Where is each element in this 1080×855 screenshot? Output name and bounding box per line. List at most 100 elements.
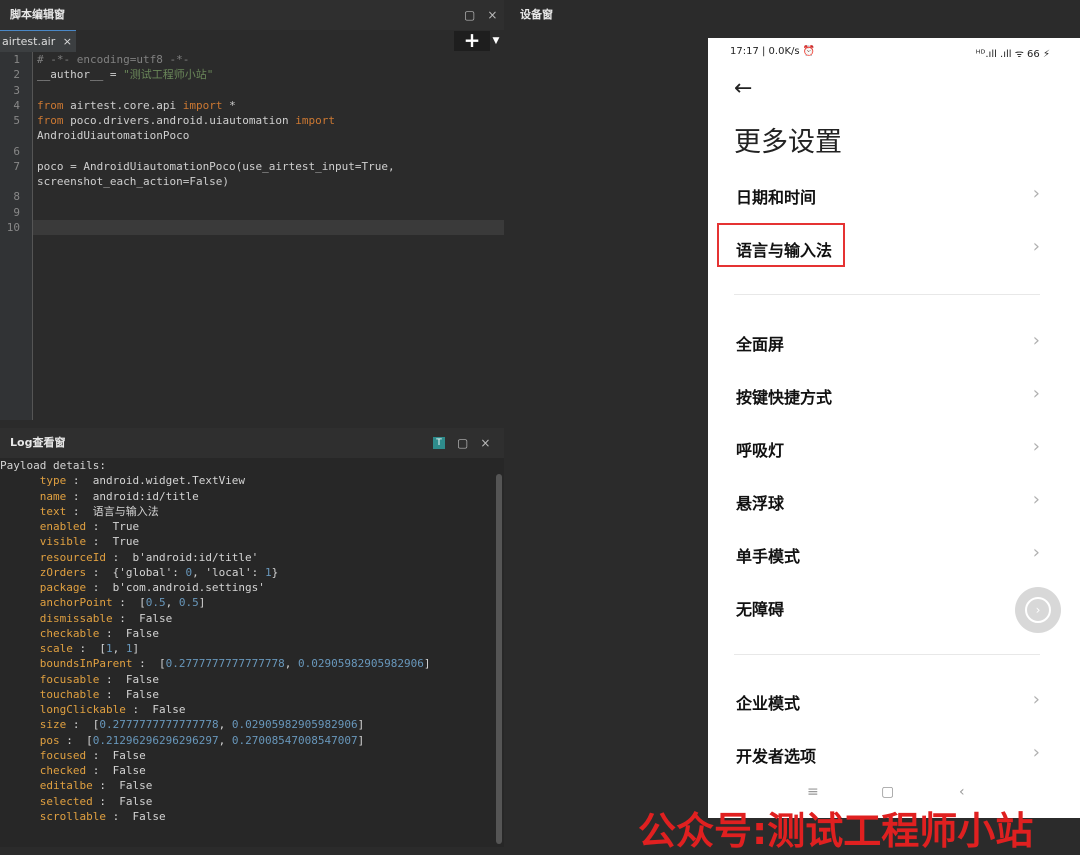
log-entry-separator: : xyxy=(66,489,93,503)
log-entry-key: dismissable xyxy=(0,611,113,625)
log-entry-key: checked xyxy=(0,764,87,777)
log-entry: scale : [1, 1] xyxy=(0,641,504,656)
back-icon[interactable]: ‹ xyxy=(959,784,965,800)
log-entry: pos : [0.21296296296296297, 0.2700854700… xyxy=(0,733,504,748)
log-entry: boundsInParent : [0.2777777777777778, 0.… xyxy=(0,656,504,671)
settings-item-developer-options[interactable]: 开发者选项 › xyxy=(708,728,1080,781)
log-entry: resourceId : b'android:id/title' xyxy=(0,550,504,565)
chevron-down-icon[interactable]: ▼ xyxy=(490,31,502,51)
settings-item-full-screen[interactable]: 全面屏 › xyxy=(708,316,1080,369)
code-line: __author__ = "测试工程师小站" xyxy=(37,68,214,82)
home-icon[interactable]: ▢ xyxy=(881,784,894,800)
settings-item-breathing-light[interactable]: 呼吸灯 › xyxy=(708,422,1080,475)
chevron-right-icon: › xyxy=(1032,489,1040,510)
chevron-right-icon: › xyxy=(1032,436,1040,457)
log-entry-value: b'com.android.settings' xyxy=(112,581,265,594)
close-icon[interactable]: × xyxy=(480,436,490,450)
line-number-gutter: 1 2 3 4 5 6 7 8 9 10 xyxy=(0,52,33,420)
log-entry-key: checkable xyxy=(0,626,100,640)
close-icon[interactable]: × xyxy=(487,8,497,22)
log-entry-value: False xyxy=(119,794,153,808)
log-entry: focusable : False xyxy=(0,672,504,687)
code-editor[interactable]: 1 2 3 4 5 6 7 8 9 10 # -*- encoding=utf8 -*- __au… xyxy=(0,52,504,420)
settings-item-label: 日期和时间 xyxy=(736,188,817,207)
line-number: 9 xyxy=(13,205,20,219)
chevron-right-icon: › xyxy=(1032,689,1040,710)
line-number: 10 xyxy=(6,220,20,234)
log-viewer[interactable]: Payload details: type : android.widget.T… xyxy=(0,458,504,847)
log-window-buttons: T ▢ × xyxy=(433,428,490,458)
log-entry: name : android:id/title xyxy=(0,489,504,504)
log-entry-value: False xyxy=(125,626,159,640)
chevron-right-icon: › xyxy=(1032,383,1040,404)
device-panel-header: 设备窗 xyxy=(510,0,1080,30)
tab-label: airtest.air xyxy=(2,35,56,48)
restore-icon[interactable]: ▢ xyxy=(464,8,475,22)
device-panel-title: 设备窗 xyxy=(520,8,553,21)
settings-item-date-time[interactable]: 日期和时间 › xyxy=(708,169,1080,222)
log-entry-separator: : xyxy=(86,520,113,533)
settings-item-label: 无障碍 xyxy=(736,600,785,619)
settings-item-floating-ball[interactable]: 悬浮球 › xyxy=(708,475,1080,528)
tab-close-icon[interactable]: × xyxy=(63,35,72,48)
settings-item-label: 企业模式 xyxy=(736,694,801,713)
log-entry-value: 语言与输入法 xyxy=(92,504,159,518)
log-entry-separator: : xyxy=(86,535,113,549)
settings-item-enterprise[interactable]: 企业模式 › xyxy=(708,675,1080,728)
line-number: 3 xyxy=(13,83,20,97)
code-line: from poco.drivers.android.uiautomation i… xyxy=(37,114,336,127)
log-entry-value: False xyxy=(132,809,166,823)
log-entry-key: enabled xyxy=(0,520,87,533)
log-entry: dismissable : False xyxy=(0,611,504,626)
device-screen[interactable]: 17:17 | 0.0K/s ⏰ ᴴᴰ.ıll .ıll ᯤ 66 ⚡ ← 更多… xyxy=(708,38,1080,818)
line-number: 6 xyxy=(13,144,20,158)
log-entry: focused : False xyxy=(0,748,504,763)
line-number: 7 xyxy=(13,159,20,173)
floating-ball-button[interactable]: › xyxy=(1015,587,1061,633)
back-arrow-icon[interactable]: ← xyxy=(734,76,752,101)
chevron-right-icon: › xyxy=(1025,597,1051,623)
log-entry: size : [0.2777777777777778, 0.0290598290… xyxy=(0,717,504,732)
settings-item-label: 呼吸灯 xyxy=(736,441,785,460)
settings-item-label: 悬浮球 xyxy=(736,494,785,513)
log-entry-key: name xyxy=(0,489,67,503)
log-entry-key: longClickable xyxy=(0,703,126,716)
chevron-right-icon: › xyxy=(1032,183,1040,204)
log-scrollbar[interactable] xyxy=(496,474,502,844)
log-entry-separator: : xyxy=(99,672,126,686)
log-entry-separator: : xyxy=(112,596,140,610)
log-entry-key: pos xyxy=(0,733,60,747)
settings-item-one-hand[interactable]: 单手模式 › xyxy=(708,528,1080,581)
tab-airtest-air[interactable]: airtest.air × xyxy=(0,30,76,53)
log-entry: editalbe : False xyxy=(0,778,504,793)
settings-item-button-shortcuts[interactable]: 按键快捷方式 › xyxy=(708,369,1080,422)
line-number: 5 xyxy=(13,114,20,127)
log-entry-value: {'global': 0, 'local': 1} xyxy=(112,565,279,579)
add-script-button[interactable]: + xyxy=(454,30,490,51)
log-entry-key: boundsInParent xyxy=(0,657,133,671)
menu-icon[interactable]: ≡ xyxy=(807,784,819,800)
log-entry: package : b'com.android.settings' xyxy=(0,580,504,595)
log-entry-key: anchorPoint xyxy=(0,596,113,610)
line-number xyxy=(0,174,32,189)
log-entry-value: False xyxy=(125,672,159,686)
code-line-current xyxy=(33,219,504,235)
line-number xyxy=(0,128,32,143)
log-entry-value: False xyxy=(125,687,159,701)
log-entry: enabled : True xyxy=(0,519,504,534)
code-area[interactable]: # -*- encoding=utf8 -*- __author__ = "测试… xyxy=(33,52,504,420)
log-entry-separator: : xyxy=(66,504,93,518)
log-filter-icon[interactable]: T xyxy=(433,437,445,449)
status-icons: ᴴᴰ.ıll .ıll ᯤ 66 ⚡ xyxy=(975,49,1050,60)
line-number: 4 xyxy=(13,98,20,112)
log-entry-value: android.widget.TextView xyxy=(92,474,246,488)
log-entry-value: True xyxy=(112,535,140,549)
log-entry-value: False xyxy=(119,779,153,793)
settings-item-label: 开发者选项 xyxy=(736,747,817,766)
log-entry-key: touchable xyxy=(0,687,100,701)
log-entry: text : 语言与输入法 xyxy=(0,504,504,519)
restore-icon[interactable]: ▢ xyxy=(457,436,468,450)
log-entry-key: text xyxy=(0,504,67,518)
